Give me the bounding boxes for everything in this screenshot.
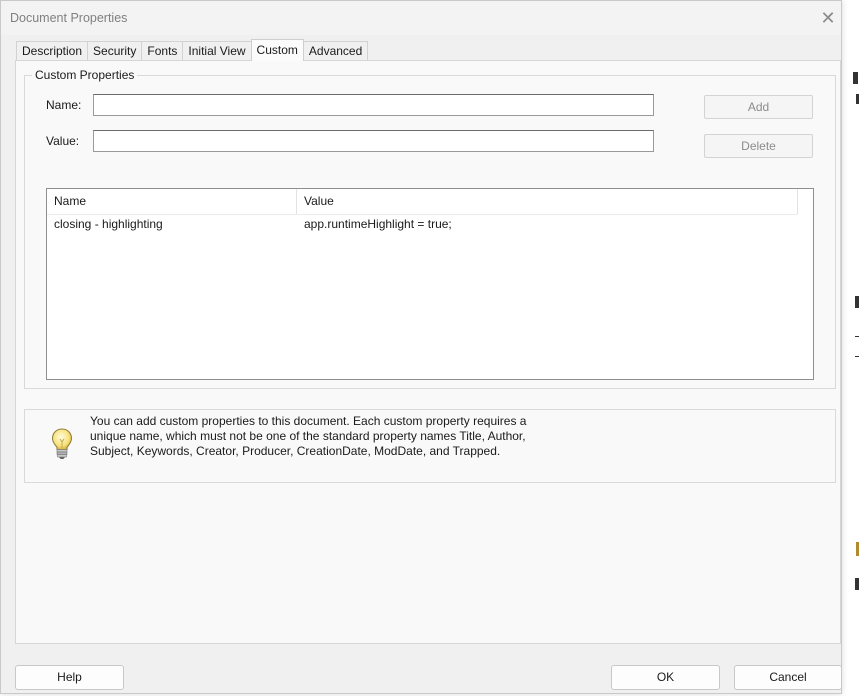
info-panel: You can add custom properties to this do…	[24, 409, 836, 483]
tab-advanced[interactable]: Advanced	[302, 41, 369, 61]
help-button[interactable]: Help	[15, 665, 124, 690]
row-value-cell: app.runtimeHighlight = true;	[304, 217, 452, 231]
custom-properties-group: Custom Properties Name: Value: Add Delet…	[24, 68, 836, 389]
tab-description[interactable]: Description	[16, 41, 89, 61]
tab-strip: Description Security Fonts Initial View …	[16, 39, 369, 61]
info-text: You can add custom properties to this do…	[90, 414, 527, 458]
custom-properties-list[interactable]: Name Value closing - highlighting app.ru…	[46, 188, 814, 380]
tab-custom[interactable]: Custom	[250, 39, 304, 61]
column-header-name[interactable]: Name	[47, 189, 297, 214]
document-properties-dialog: Document Properties ✕ Description Securi…	[0, 0, 842, 694]
window-title: Document Properties	[10, 11, 128, 25]
cancel-button[interactable]: Cancel	[734, 665, 842, 690]
column-header-value[interactable]: Value	[297, 189, 798, 214]
title-bar: Document Properties ✕	[1, 1, 841, 35]
background-app-strip	[843, 0, 859, 696]
row-name-cell: closing - highlighting	[54, 217, 163, 231]
value-label: Value:	[46, 134, 80, 148]
custom-tab-panel: Custom Properties Name: Value: Add Delet…	[15, 60, 841, 644]
delete-button[interactable]: Delete	[704, 134, 813, 158]
close-icon[interactable]: ✕	[815, 7, 841, 31]
tab-security[interactable]: Security	[87, 41, 143, 61]
ok-button[interactable]: OK	[611, 665, 720, 690]
value-input[interactable]	[93, 130, 654, 152]
list-row[interactable]: closing - highlighting app.runtimeHighli…	[47, 214, 798, 234]
tab-fonts[interactable]: Fonts	[141, 41, 184, 61]
name-label: Name:	[46, 98, 82, 112]
name-input[interactable]	[93, 94, 654, 116]
lightbulb-icon	[51, 428, 73, 459]
add-button[interactable]: Add	[704, 95, 813, 119]
list-header: Name Value	[47, 189, 798, 215]
group-label: Custom Properties	[32, 68, 138, 82]
tab-initial-view[interactable]: Initial View	[182, 41, 252, 61]
